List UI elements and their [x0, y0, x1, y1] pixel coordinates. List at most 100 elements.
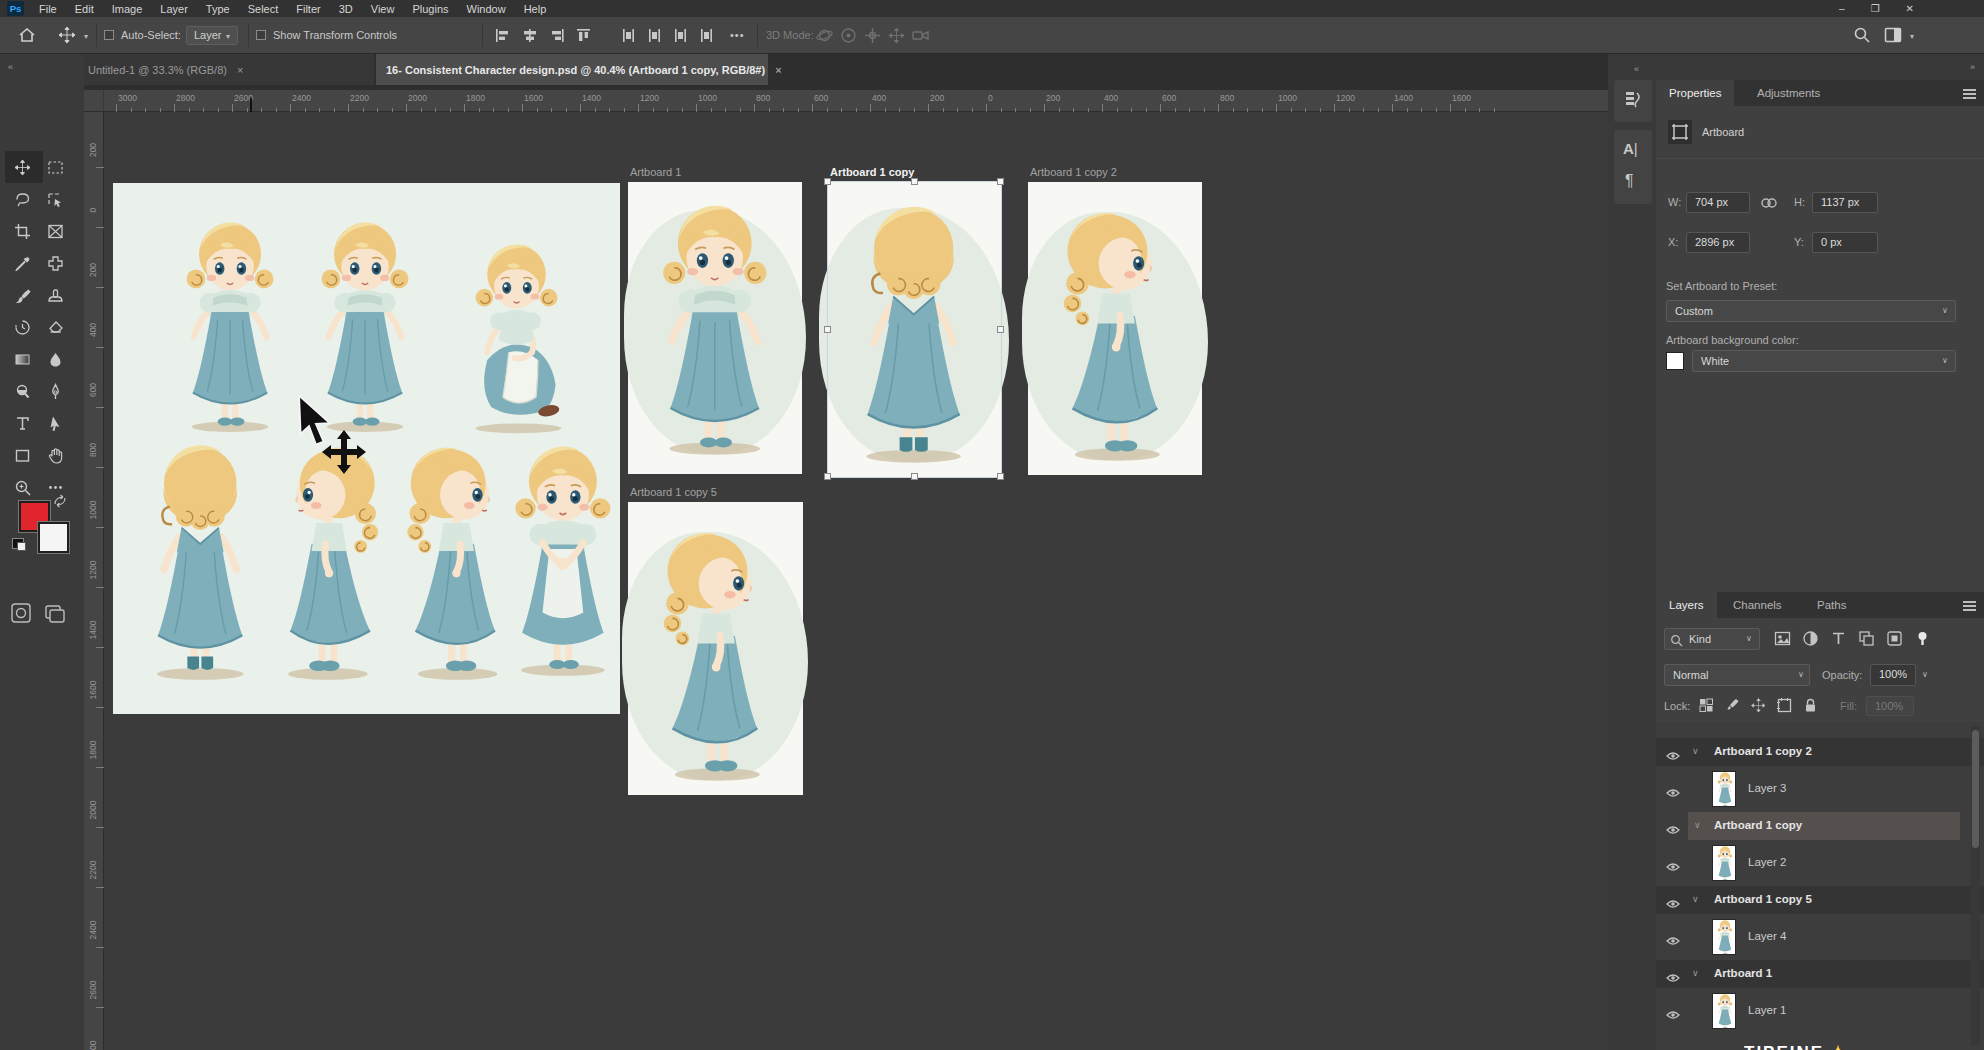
expand-dock-icon[interactable]: » — [1970, 62, 1975, 72]
show-transform-checkbox[interactable] — [256, 30, 266, 40]
w-field[interactable]: 704 px — [1686, 192, 1750, 213]
eraser-tool[interactable] — [42, 314, 68, 340]
3d-roll-icon[interactable] — [840, 27, 857, 44]
home-icon[interactable] — [18, 26, 36, 44]
collapse-dock-icon[interactable]: « — [1634, 64, 1639, 74]
layer-group-row[interactable]: ∨Artboard 1 copy — [1688, 812, 1960, 840]
menu-view[interactable]: View — [362, 3, 404, 15]
gradient-tool[interactable] — [9, 346, 35, 372]
move-tool-option-icon[interactable] — [58, 26, 76, 44]
background-color-swatch[interactable] — [38, 522, 69, 553]
frame-tool[interactable] — [42, 218, 68, 244]
layer-target-dropdown[interactable]: Layer — [186, 26, 238, 45]
panel-menu-icon[interactable] — [1963, 601, 1976, 603]
artboard-label[interactable]: Artboard 1 copy 5 — [630, 486, 717, 498]
document-tab[interactable]: 16- Consistent Character design.psd @ 40… — [376, 54, 768, 85]
x-field[interactable]: 2896 px — [1686, 232, 1750, 253]
tab-paths[interactable]: Paths — [1804, 592, 1859, 618]
lock-pixels-icon[interactable] — [1724, 697, 1741, 714]
layer-thumbnail[interactable] — [1712, 845, 1736, 881]
blur-tool[interactable] — [42, 346, 68, 372]
group-chevron-icon[interactable]: ∨ — [1694, 820, 1701, 830]
close-button[interactable]: ✕ — [1906, 3, 1914, 14]
zoom-tool[interactable] — [9, 474, 35, 500]
menu-edit[interactable]: Edit — [66, 3, 103, 15]
layer-thumbnail[interactable] — [1712, 771, 1736, 807]
h-field[interactable]: 1137 px — [1812, 192, 1878, 213]
preset-dropdown[interactable]: Custom — [1666, 300, 1956, 322]
selection-handle[interactable] — [997, 473, 1004, 480]
lasso-tool[interactable] — [9, 186, 35, 212]
history-brush-tool[interactable] — [9, 314, 35, 340]
selection-handle[interactable] — [911, 178, 918, 185]
layer-thumbnail[interactable] — [1712, 993, 1736, 1029]
auto-select-checkbox[interactable] — [104, 30, 114, 40]
healing-tool[interactable] — [42, 250, 68, 276]
clone-stamp-tool[interactable] — [42, 282, 68, 308]
workspace-icon[interactable] — [1884, 26, 1902, 44]
path-select-tool[interactable] — [42, 410, 68, 436]
filter-pixel-layers-icon[interactable] — [1774, 630, 1791, 647]
group-chevron-icon[interactable]: ∨ — [1692, 894, 1699, 904]
distribute-center-v-icon[interactable] — [646, 27, 663, 44]
type-tool[interactable] — [9, 410, 35, 436]
character-panel-icon[interactable]: A| — [1623, 140, 1643, 160]
tab-adjustments[interactable]: Adjustments — [1744, 80, 1833, 106]
distribute-top-icon[interactable] — [620, 27, 637, 44]
distribute-bottom-icon[interactable] — [672, 27, 689, 44]
history-panel-icon[interactable] — [1624, 90, 1642, 110]
tab-close-icon[interactable]: × — [237, 64, 243, 76]
menu-3d[interactable]: 3D — [330, 3, 362, 15]
marquee-tool[interactable] — [42, 154, 68, 180]
artboard-label[interactable]: Artboard 1 copy — [830, 166, 914, 178]
filter-smart-object-icon[interactable] — [1886, 630, 1903, 647]
crop-tool[interactable] — [9, 218, 35, 244]
opacity-field[interactable]: 100% — [1870, 664, 1916, 686]
screen-mode-icon[interactable] — [44, 602, 66, 624]
visibility-eye-icon[interactable] — [1666, 747, 1680, 757]
artboard[interactable] — [828, 182, 1001, 477]
paragraph-panel-icon[interactable]: ¶ — [1625, 172, 1645, 192]
minimize-button[interactable]: – — [1839, 3, 1845, 14]
hand-tool[interactable] — [42, 442, 68, 468]
selection-handle[interactable] — [824, 178, 831, 185]
filter-type-icon[interactable] — [1830, 630, 1847, 647]
filter-on-icon[interactable] — [1914, 630, 1931, 647]
link-dimensions-icon[interactable] — [1760, 194, 1778, 212]
quick-mask-icon[interactable] — [10, 602, 32, 624]
3d-orbit-icon[interactable] — [816, 27, 833, 44]
selection-handle[interactable] — [911, 473, 918, 480]
layer-row[interactable]: Layer 2 — [1656, 840, 1984, 886]
selection-handle[interactable] — [824, 326, 831, 333]
artboard-label[interactable]: Artboard 1 — [630, 166, 681, 178]
layer-group-row[interactable]: ∨Artboard 1 copy 2 — [1656, 738, 1984, 766]
search-icon[interactable] — [1853, 26, 1871, 44]
brush-tool[interactable] — [9, 282, 35, 308]
layer-row[interactable]: Layer 1 — [1656, 988, 1984, 1034]
restore-button[interactable]: ❐ — [1871, 3, 1880, 14]
menu-help[interactable]: Help — [515, 3, 556, 15]
rectangle-tool[interactable] — [9, 442, 35, 468]
3d-pan-icon[interactable] — [864, 27, 881, 44]
visibility-eye-icon[interactable] — [1666, 895, 1680, 905]
bg-color-dropdown[interactable]: White — [1692, 350, 1956, 372]
layer-group-row[interactable]: ∨Artboard 1 copy 5 — [1656, 886, 1984, 914]
artboard[interactable] — [628, 182, 802, 474]
menu-image[interactable]: Image — [103, 3, 152, 15]
align-center-h-icon[interactable] — [521, 27, 538, 44]
distribute-left-icon[interactable] — [698, 27, 715, 44]
layer-thumbnail[interactable] — [1712, 919, 1736, 955]
lock-position-icon[interactable] — [1750, 697, 1767, 714]
3d-camera-icon[interactable] — [912, 27, 929, 44]
3d-slide-icon[interactable] — [888, 27, 905, 44]
lock-all-icon[interactable] — [1802, 697, 1819, 714]
visibility-eye-icon[interactable] — [1666, 969, 1680, 979]
filter-adjustment-icon[interactable] — [1802, 630, 1819, 647]
eyedropper-tool[interactable] — [9, 250, 35, 276]
menu-file[interactable]: File — [30, 3, 66, 15]
artboard[interactable] — [628, 502, 803, 795]
scrollbar-track[interactable] — [1971, 726, 1980, 1046]
selection-handle[interactable] — [997, 178, 1004, 185]
tab-channels[interactable]: Channels — [1720, 592, 1795, 618]
lock-artboard-icon[interactable] — [1776, 697, 1793, 714]
